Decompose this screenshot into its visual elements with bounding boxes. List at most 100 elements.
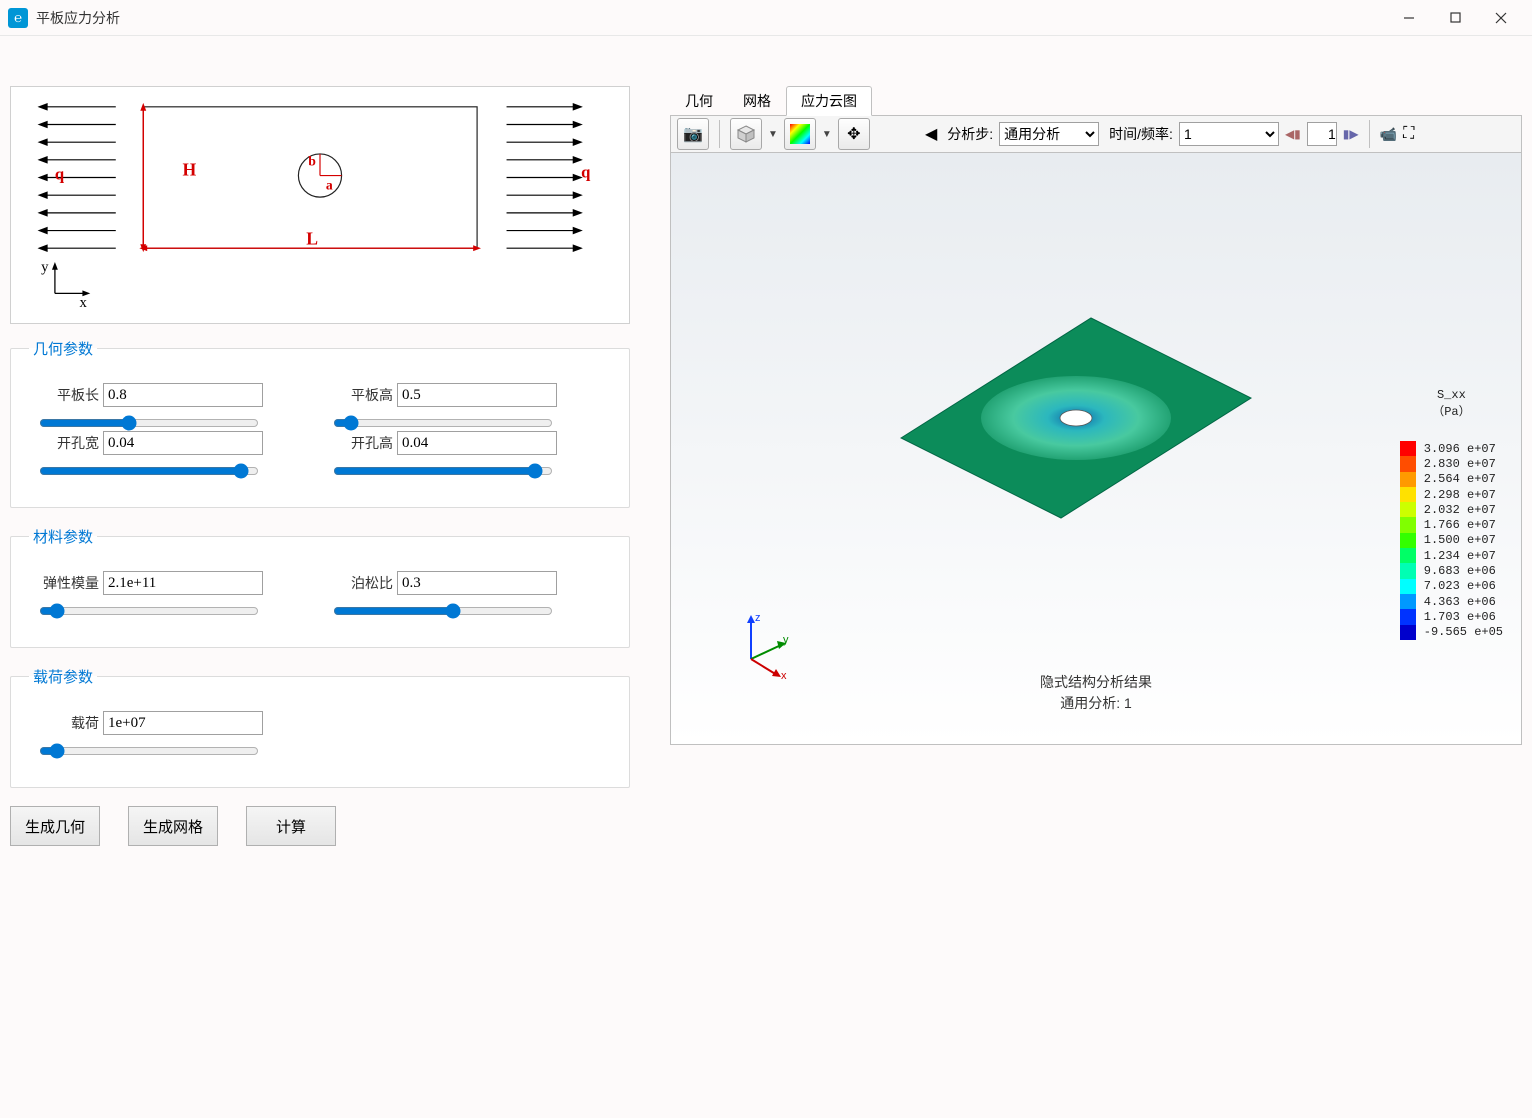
legend-swatch — [1400, 594, 1416, 609]
fit-view-button[interactable]: ✥ — [838, 118, 870, 150]
legend-row: 1.703 e+06 — [1400, 609, 1503, 624]
maximize-button[interactable] — [1432, 3, 1478, 33]
titlebar: ℮ 平板应力分析 — [0, 0, 1532, 36]
svg-text:x: x — [79, 295, 87, 311]
generate-geometry-button[interactable]: 生成几何 — [10, 806, 100, 846]
legend-swatch — [1400, 517, 1416, 532]
svg-text:y: y — [41, 260, 49, 276]
legend-row: 2.032 e+07 — [1400, 502, 1503, 517]
hole-width-label: 开孔宽 — [39, 433, 99, 453]
rainbow-icon — [790, 124, 810, 144]
plate-length-label: 平板长 — [39, 385, 99, 405]
clip-icon[interactable]: ◀ — [925, 124, 937, 144]
legend-swatch — [1400, 625, 1416, 640]
poisson-ratio-input[interactable] — [397, 571, 557, 595]
svg-text:L: L — [306, 228, 318, 248]
toolbar-separator — [719, 120, 720, 148]
next-step-icon[interactable]: ▮▶ — [1343, 127, 1359, 141]
hole-width-slider[interactable] — [39, 463, 259, 479]
svg-text:z: z — [755, 612, 761, 624]
load-legend: 载荷参数 — [29, 666, 97, 687]
schematic-diagram: q H L a b — [10, 86, 630, 324]
analysis-step-select[interactable]: 通用分析 — [999, 122, 1099, 146]
legend-swatch — [1400, 441, 1416, 456]
plate-height-label: 平板高 — [333, 385, 393, 405]
frame-number-input[interactable] — [1307, 122, 1337, 146]
legend-value: 1.703 e+06 — [1424, 611, 1496, 623]
hole-height-input[interactable] — [397, 431, 557, 455]
record-icon[interactable]: 📹 — [1380, 126, 1397, 143]
legend-row: 2.830 e+07 — [1400, 456, 1503, 471]
tab-mesh[interactable]: 网格 — [728, 86, 786, 116]
view-cube-button[interactable] — [730, 118, 762, 150]
material-legend: 材料参数 — [29, 526, 97, 547]
window-title: 平板应力分析 — [36, 8, 1386, 28]
result-viewport[interactable]: z y x 隐式结构分析结果 通用分析: 1 S_xx （Pa） 3.096 e… — [670, 153, 1522, 745]
prev-step-icon[interactable]: ◀▮ — [1285, 127, 1301, 141]
dropdown-icon[interactable]: ▼ — [822, 129, 832, 140]
cube-icon — [736, 124, 756, 144]
svg-text:H: H — [183, 160, 197, 180]
legend-value: 3.096 e+07 — [1424, 443, 1496, 455]
legend-value: 2.830 e+07 — [1424, 458, 1496, 470]
legend-row: 2.298 e+07 — [1400, 487, 1503, 502]
legend-swatch — [1400, 533, 1416, 548]
legend-value: 2.298 e+07 — [1424, 489, 1496, 501]
svg-text:x: x — [781, 670, 787, 679]
color-legend: S_xx （Pa） 3.096 e+072.830 e+072.564 e+07… — [1400, 388, 1503, 640]
legend-swatch — [1400, 609, 1416, 624]
legend-value: 1.234 e+07 — [1424, 550, 1496, 562]
legend-row: 1.500 e+07 — [1400, 533, 1503, 548]
time-freq-select[interactable]: 1 — [1179, 122, 1279, 146]
camera-icon: 📷 — [683, 124, 703, 144]
result-title-2: 通用分析: 1 — [1040, 693, 1152, 714]
legend-swatch — [1400, 548, 1416, 563]
legend-row: 3.096 e+07 — [1400, 441, 1503, 456]
legend-value: 4.363 e+06 — [1424, 596, 1496, 608]
legend-swatch — [1400, 456, 1416, 471]
hole-width-input[interactable] — [103, 431, 263, 455]
plate-length-input[interactable] — [103, 383, 263, 407]
contour-plot — [891, 308, 1261, 533]
svg-text:y: y — [783, 634, 789, 646]
tab-contour[interactable]: 应力云图 — [786, 86, 872, 116]
legend-swatch — [1400, 563, 1416, 578]
expand-icon: ✥ — [847, 124, 860, 144]
svg-text:b: b — [308, 154, 316, 169]
close-button[interactable] — [1478, 3, 1524, 33]
fullscreen-icon[interactable]: ⛶ — [1403, 125, 1414, 143]
geometry-params-group: 几何参数 平板长 平板高 — [10, 338, 630, 508]
hole-height-slider[interactable] — [333, 463, 553, 479]
generate-mesh-button[interactable]: 生成网格 — [128, 806, 218, 846]
load-input[interactable] — [103, 711, 263, 735]
plate-height-input[interactable] — [397, 383, 557, 407]
app-icon: ℮ — [8, 8, 28, 28]
load-slider[interactable] — [39, 743, 259, 759]
load-label: 载荷 — [39, 713, 99, 733]
youngs-modulus-input[interactable] — [103, 571, 263, 595]
tab-geometry[interactable]: 几何 — [670, 86, 728, 116]
plate-length-slider[interactable] — [39, 415, 259, 431]
result-title-1: 隐式结构分析结果 — [1040, 672, 1152, 693]
compute-button[interactable]: 计算 — [246, 806, 336, 846]
poisson-ratio-label: 泊松比 — [333, 573, 393, 593]
youngs-modulus-slider[interactable] — [39, 603, 259, 619]
legend-unit: （Pa） — [1432, 405, 1470, 419]
screenshot-button[interactable]: 📷 — [677, 118, 709, 150]
poisson-ratio-slider[interactable] — [333, 603, 553, 619]
time-freq-label: 时间/频率: — [1109, 124, 1173, 144]
dropdown-icon[interactable]: ▼ — [768, 129, 778, 140]
result-caption: 隐式结构分析结果 通用分析: 1 — [1040, 672, 1152, 714]
legend-swatch — [1400, 502, 1416, 517]
minimize-button[interactable] — [1386, 3, 1432, 33]
legend-row: 9.683 e+06 — [1400, 563, 1503, 578]
result-tabs: 几何 网格 应力云图 — [670, 86, 1522, 116]
geometry-legend: 几何参数 — [29, 338, 97, 359]
plate-height-slider[interactable] — [333, 415, 553, 431]
legend-row: -9.565 e+05 — [1400, 625, 1503, 640]
color-mode-button[interactable] — [784, 118, 816, 150]
toolbar-separator — [1369, 120, 1370, 148]
legend-value: 2.564 e+07 — [1424, 473, 1496, 485]
legend-row: 4.363 e+06 — [1400, 594, 1503, 609]
legend-value: 1.766 e+07 — [1424, 519, 1496, 531]
